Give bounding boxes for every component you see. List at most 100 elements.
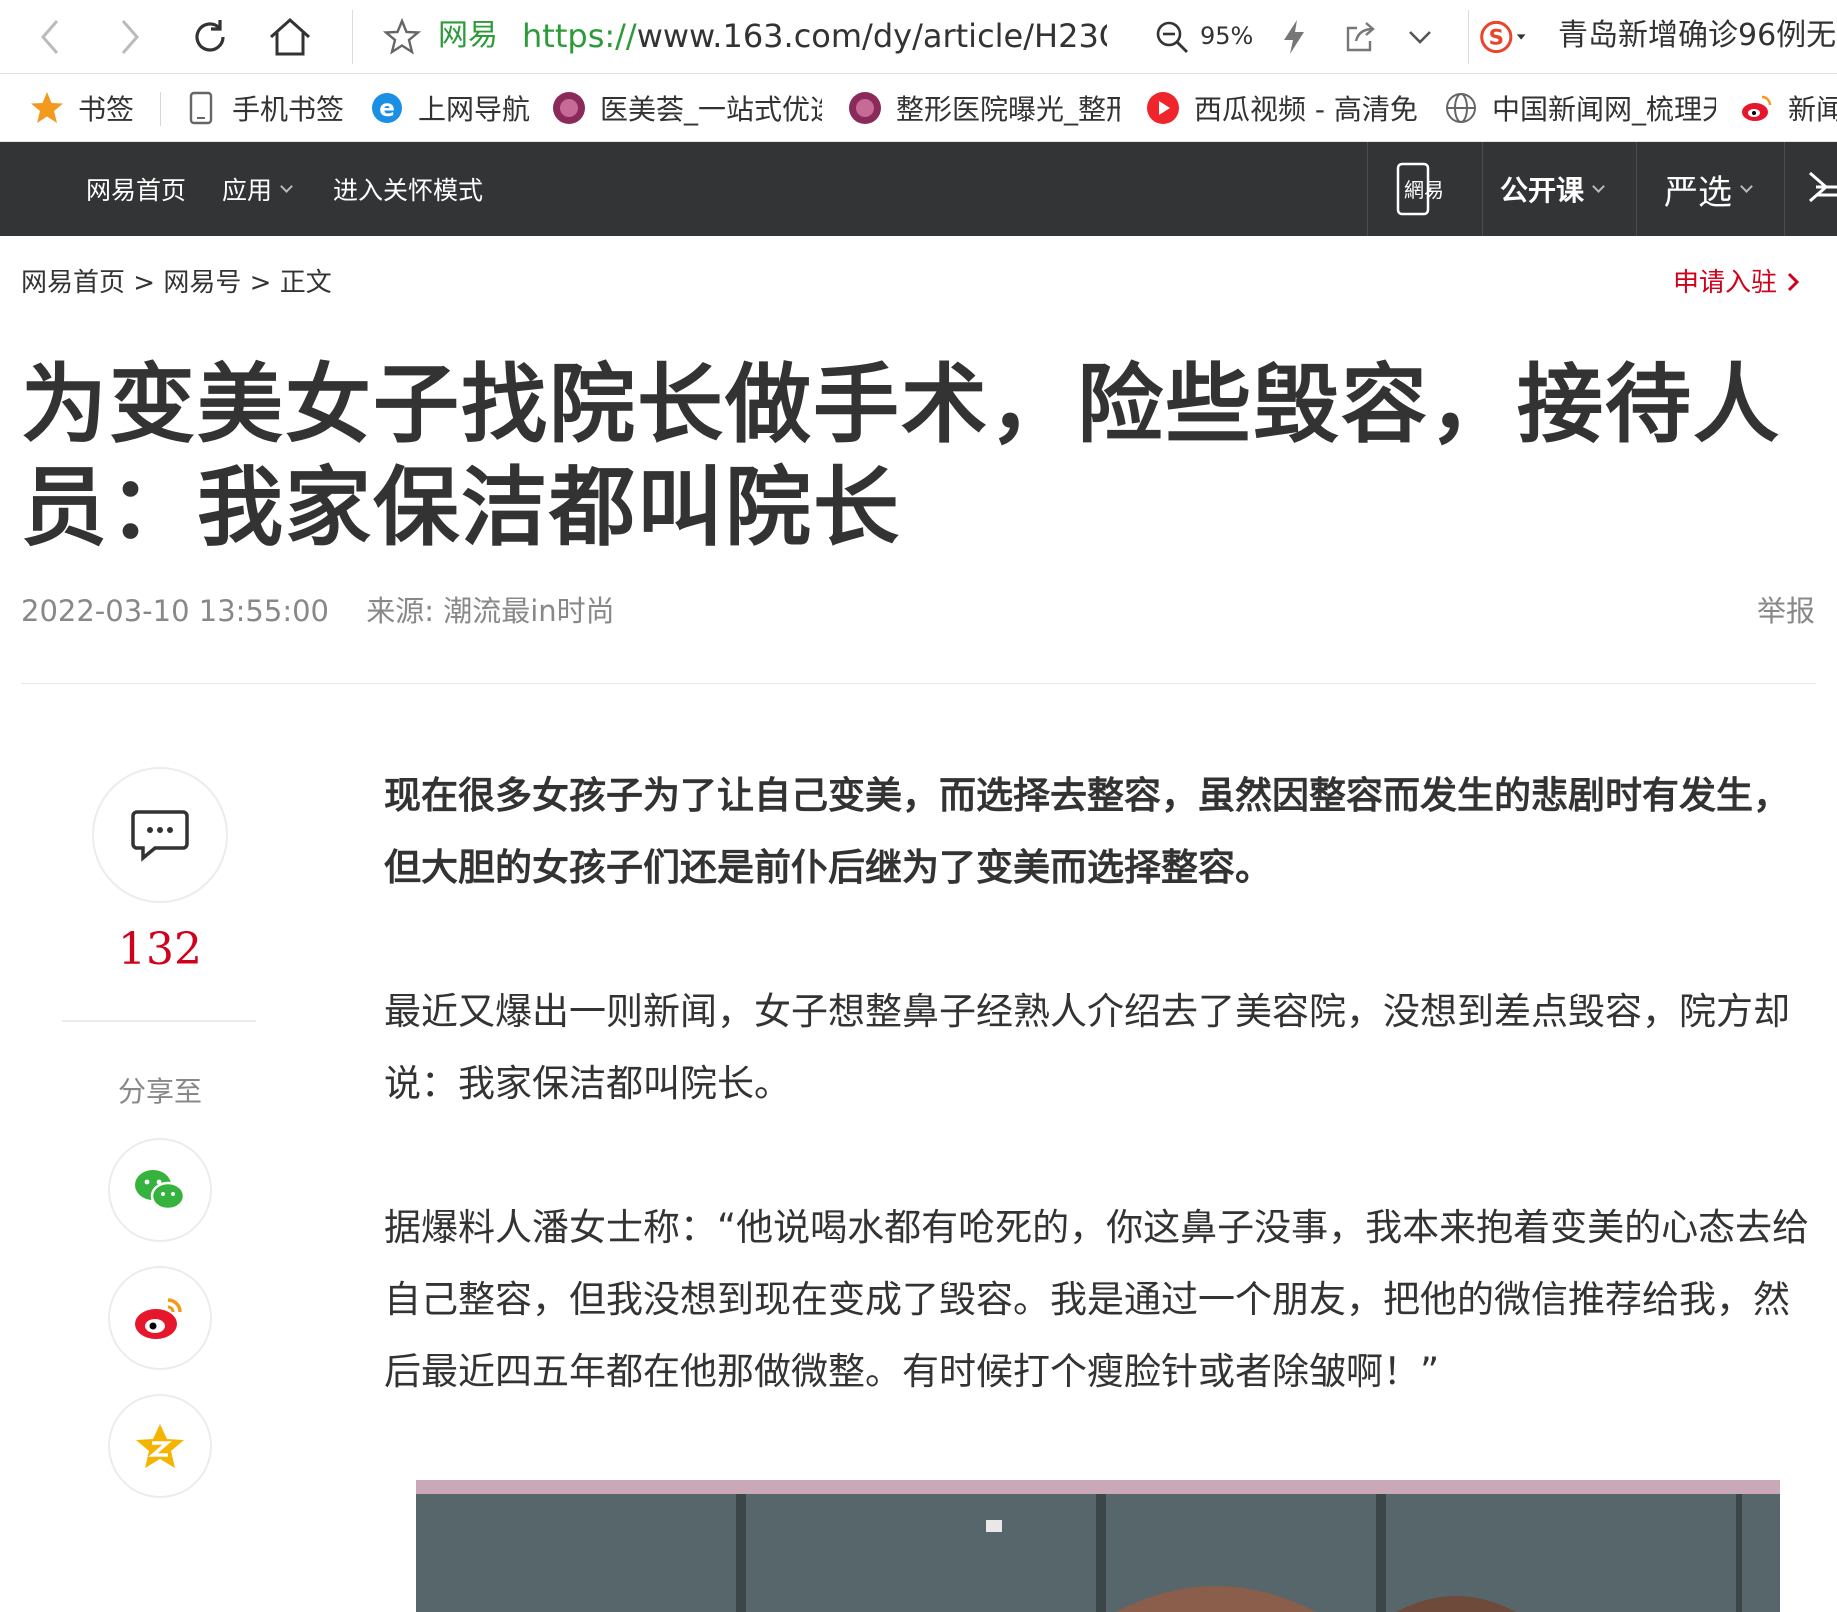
publish-time: 2022-03-10 13:55:00 xyxy=(21,594,329,628)
reload-button[interactable] xyxy=(186,13,234,61)
bookmark-label: 新闻 xyxy=(1788,93,1837,126)
bookmark-bar: 书签 手机书签 e 上网导航 医美荟_一站式优选 整形医院曝光_整形 西瓜视频 … xyxy=(0,74,1837,142)
share-label: 分享至 xyxy=(117,1075,202,1108)
svg-text:e: e xyxy=(379,96,395,122)
yimeihui-icon xyxy=(552,91,586,125)
bookmark-item[interactable]: 西瓜视频 - 高清免 xyxy=(1146,74,1418,141)
nav-apps-label: 应用 xyxy=(222,176,273,205)
qzone-icon xyxy=(136,1424,184,1468)
home-button[interactable] xyxy=(266,13,314,61)
breadcrumb-separator: > xyxy=(133,268,156,298)
zoom-button[interactable] xyxy=(1148,13,1196,61)
zoom-level: 95% xyxy=(1200,22,1254,50)
share-weibo-button[interactable] xyxy=(108,1266,212,1370)
home-icon xyxy=(269,17,311,56)
article-paragraph: 最近又爆出一则新闻，女子想整鼻子经熟人介绍去了美容院，没想到差点毁容，院方却说：… xyxy=(384,990,1790,1105)
article-title: 为变美女子找院长做手术，险些毁容，接待人员：我家保洁都叫院长 xyxy=(21,355,1781,558)
chevron-down-icon xyxy=(1409,31,1431,44)
article-meta: 2022-03-10 13:55:00 来源: 潮流最in时尚 xyxy=(21,592,615,630)
bookmark-item[interactable]: 手机书签 xyxy=(184,74,345,141)
ie-icon: e xyxy=(370,91,404,125)
bookmark-label: 书签 xyxy=(78,93,135,126)
bookmark-item[interactable]: 新闻 xyxy=(1740,74,1837,141)
share-icon xyxy=(1346,22,1375,52)
nav-yanxuan-menu[interactable]: 严选 xyxy=(1664,142,1753,236)
chevron-down-icon xyxy=(280,179,293,193)
comment-button[interactable] xyxy=(92,767,228,903)
nav-yanxuan-label: 严选 xyxy=(1664,172,1732,213)
weibo-icon xyxy=(135,1298,182,1339)
bookmark-label: 西瓜视频 - 高清免 xyxy=(1194,93,1418,126)
search-engine-button[interactable]: S xyxy=(1480,13,1528,61)
bookmark-label: 上网导航 xyxy=(418,93,531,126)
chevron-right-icon xyxy=(121,20,139,54)
article-lead: 现在很多女孩子为了让自己变美，而选择去整容，虽然因整容而发生的悲剧时有发生，但大… xyxy=(384,774,1790,889)
share-page-button[interactable] xyxy=(1336,13,1384,61)
xigua-icon xyxy=(1146,91,1180,125)
star-icon xyxy=(30,91,64,125)
favorite-button[interactable] xyxy=(378,13,426,61)
back-button[interactable] xyxy=(26,13,74,61)
site-nav-bar: 网易首页 应用 进入关怀模式 網易 公开课 严选 xyxy=(0,142,1837,236)
address-bar[interactable]: https://www.163.com/dy/article/H23QN xyxy=(522,16,1107,56)
forward-button[interactable] xyxy=(106,13,154,61)
sogou-icon: S xyxy=(1480,20,1526,54)
star-outline-icon xyxy=(383,18,421,55)
nav-home-link[interactable]: 网易首页 xyxy=(86,142,186,236)
search-box[interactable]: 青岛新增确诊96例无症 xyxy=(1558,16,1837,56)
bookmark-item[interactable]: e 上网导航 xyxy=(370,74,531,141)
speed-mode-button[interactable] xyxy=(1270,13,1318,61)
bookmark-label: 手机书签 xyxy=(232,93,345,126)
wechat-icon xyxy=(135,1170,186,1211)
article-source[interactable]: 来源: 潮流最in时尚 xyxy=(366,594,614,628)
address-dropdown-button[interactable] xyxy=(1396,13,1444,61)
article-paragraph: 据爆料人潘女士称：“他说喝水都有呛死的，你这鼻子没事，我本来抱着变美的心态去给自… xyxy=(384,1206,1810,1393)
globe-icon xyxy=(1444,91,1478,125)
bookmark-label: 医美荟_一站式优选 xyxy=(600,93,822,126)
chevron-left-icon xyxy=(41,20,59,54)
bookmark-item[interactable]: 整形医院曝光_整形 xyxy=(848,74,1120,141)
mobile-app-button[interactable]: 網易 xyxy=(1394,142,1454,236)
report-link[interactable]: 举报 xyxy=(1757,592,1815,630)
svg-text:S: S xyxy=(1489,26,1504,51)
rail-divider xyxy=(62,1020,256,1022)
browser-toolbar: 网易 https://www.163.com/dy/article/H23QN … xyxy=(0,0,1837,74)
apply-join-label: 申请入驻 xyxy=(1672,268,1777,298)
apply-join-link[interactable]: 申请入驻 xyxy=(1673,266,1801,300)
chevron-down-icon xyxy=(1740,179,1753,193)
mobile-app-icon: 網易 xyxy=(1396,162,1444,216)
url-protocol: https:// xyxy=(522,17,637,55)
bookmark-item[interactable]: 中国新闻网_梳理天 xyxy=(1444,74,1716,141)
breadcrumb: 网易首页 > 网易号 > 正文 xyxy=(21,266,332,300)
zoom-out-icon xyxy=(1156,21,1188,53)
article-photo-graphic xyxy=(416,1480,1780,1612)
bookmark-label: 整形医院曝光_整形 xyxy=(896,93,1120,126)
nav-apps-menu[interactable]: 应用 xyxy=(222,142,293,236)
yen-icon xyxy=(1809,171,1837,203)
breadcrumb-separator: > xyxy=(249,268,272,298)
share-wechat-button[interactable] xyxy=(108,1138,212,1242)
share-qzone-button[interactable] xyxy=(108,1394,212,1498)
chevron-down-icon xyxy=(1592,179,1605,193)
breadcrumb-section-link[interactable]: 网易号 xyxy=(163,268,241,298)
nav-open-course-menu[interactable]: 公开课 xyxy=(1500,142,1605,236)
weibo-icon xyxy=(1740,91,1774,125)
bookmark-label: 中国新闻网_梳理天 xyxy=(1492,93,1716,126)
bookmark-item[interactable]: 书签 xyxy=(30,74,135,141)
article-image xyxy=(416,1480,1780,1612)
comment-count[interactable]: 132 xyxy=(94,924,226,975)
chevron-right-icon xyxy=(1787,272,1800,292)
nav-open-course-label: 公开课 xyxy=(1500,174,1585,207)
reload-icon xyxy=(195,20,225,52)
breadcrumb-home-link[interactable]: 网易首页 xyxy=(21,268,125,298)
url-path: www.163.com/dy/article/H23QN xyxy=(636,17,1107,55)
comment-icon xyxy=(131,810,189,862)
address-site-label: 网易 xyxy=(438,18,498,53)
phone-icon xyxy=(184,91,218,125)
yimeihui-icon xyxy=(848,91,882,125)
bookmark-item[interactable]: 医美荟_一站式优选 xyxy=(552,74,822,141)
breadcrumb-current: 正文 xyxy=(279,268,332,298)
nav-more-button[interactable] xyxy=(1806,142,1837,236)
lightning-icon xyxy=(1284,20,1304,54)
nav-care-mode-link[interactable]: 进入关怀模式 xyxy=(333,142,483,236)
